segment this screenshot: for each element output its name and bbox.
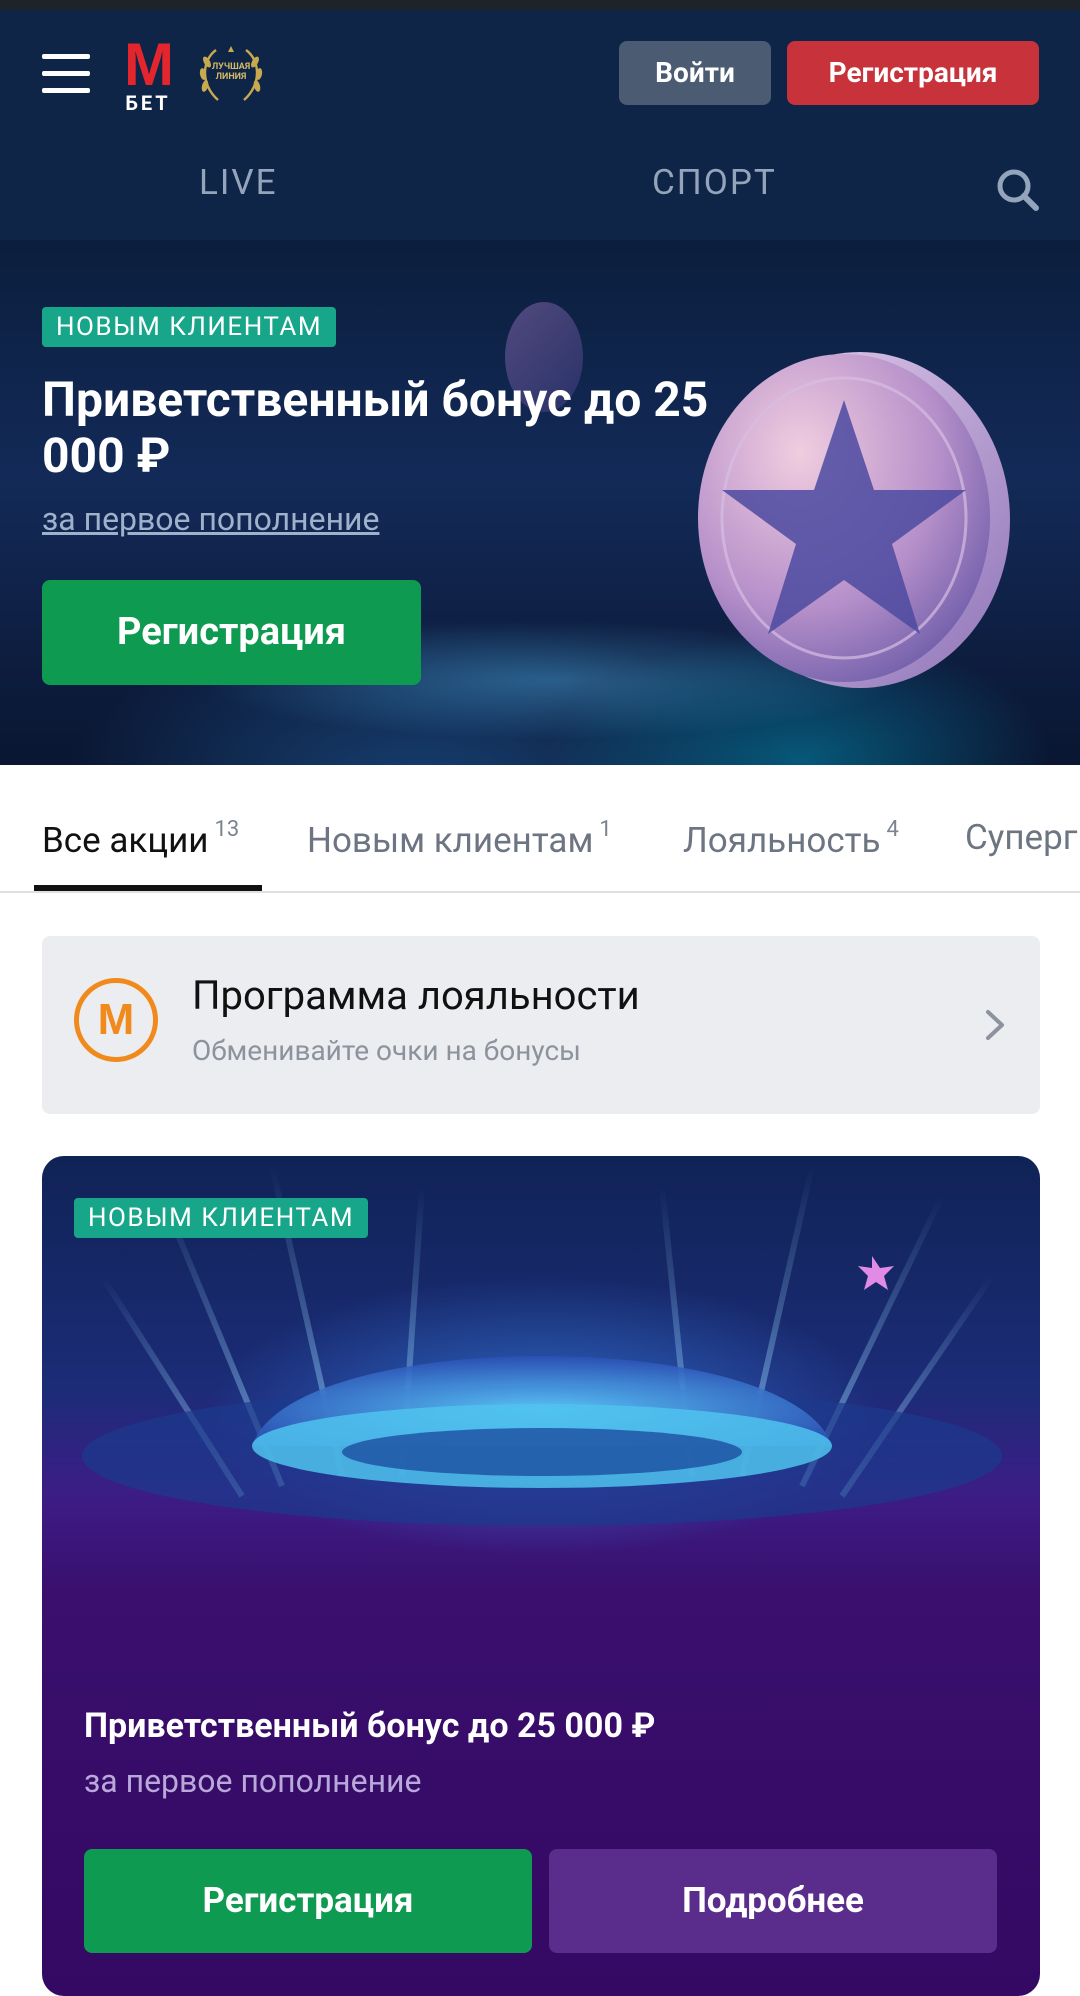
tab-loyalty[interactable]: Лояльность 4 — [683, 817, 899, 861]
active-tab-indicator — [34, 885, 262, 891]
logo-letter: M — [124, 31, 174, 98]
tab-label: Новым клиентам — [307, 820, 594, 861]
tab-count: 13 — [214, 817, 240, 842]
hero-subtitle-link[interactable]: за первое пополнение — [42, 500, 379, 538]
chevron-right-icon — [980, 1008, 1010, 1042]
nav-tab-sport[interactable]: СПОРТ — [652, 162, 777, 203]
loyalty-m-icon: M — [74, 978, 158, 1062]
award-label: ЛУЧШАЯ ЛИНИЯ — [211, 62, 251, 82]
tab-super[interactable]: Суперг — [965, 817, 1077, 858]
logo-subtext: БЕТ — [125, 91, 171, 115]
hero-banner[interactable]: НОВЫМ КЛИЕНТАМ Приветственный бонус до 2… — [0, 240, 1080, 765]
tab-label: Лояльность — [683, 820, 881, 861]
login-button[interactable]: Войти — [619, 41, 771, 105]
tab-count: 4 — [886, 817, 899, 842]
loyalty-program-card[interactable]: M Программа лояльности Обменивайте очки … — [42, 936, 1040, 1114]
award-laurel-icon: ЛУЧШАЯ ЛИНИЯ — [194, 44, 268, 108]
status-bar — [0, 0, 1080, 10]
tab-label: Все акции — [42, 820, 209, 861]
hamburger-menu-icon[interactable] — [42, 54, 90, 94]
welcome-bonus-promo-card[interactable]: НОВЫМ КЛИЕНТАМ Приветственный бонус до 2… — [42, 1156, 1040, 1996]
hero-register-button[interactable]: Регистрация — [42, 580, 421, 685]
promo-title: Приветственный бонус до 25 000 ₽ — [84, 1706, 656, 1746]
nav-tab-live[interactable]: LIVE — [199, 162, 278, 203]
loyalty-title: Программа лояльности — [192, 972, 640, 1019]
tab-count: 1 — [599, 817, 612, 842]
top-header: M БЕТ ЛУЧШАЯ ЛИНИЯ Войти Регистрация LIV… — [0, 10, 1080, 240]
promo-subtitle: за первое пополнение — [84, 1762, 422, 1800]
hero-title: Приветственный бонус до 25 000 ₽ — [42, 371, 709, 484]
tab-all-promos[interactable]: Все акции 13 — [42, 817, 239, 861]
register-button-header[interactable]: Регистрация — [787, 41, 1039, 105]
promo-register-button[interactable]: Регистрация — [84, 1849, 532, 1953]
new-clients-badge: НОВЫМ КЛИЕНТАМ — [42, 307, 337, 347]
new-clients-badge: НОВЫМ КЛИЕНТАМ — [74, 1198, 369, 1238]
search-icon[interactable] — [996, 168, 1040, 212]
promo-details-button[interactable]: Подробнее — [549, 1849, 997, 1953]
tab-label: Суперг — [965, 817, 1078, 858]
tab-new-clients[interactable]: Новым клиентам 1 — [307, 817, 612, 861]
loyalty-icon-letter: M — [97, 995, 135, 1044]
brand-logo[interactable]: M БЕТ — [118, 31, 178, 115]
loyalty-subtitle: Обменивайте очки на бонусы — [192, 1034, 581, 1067]
promo-tabs: Все акции 13 Новым клиентам 1 Лояльность 4 … — [0, 765, 1080, 893]
